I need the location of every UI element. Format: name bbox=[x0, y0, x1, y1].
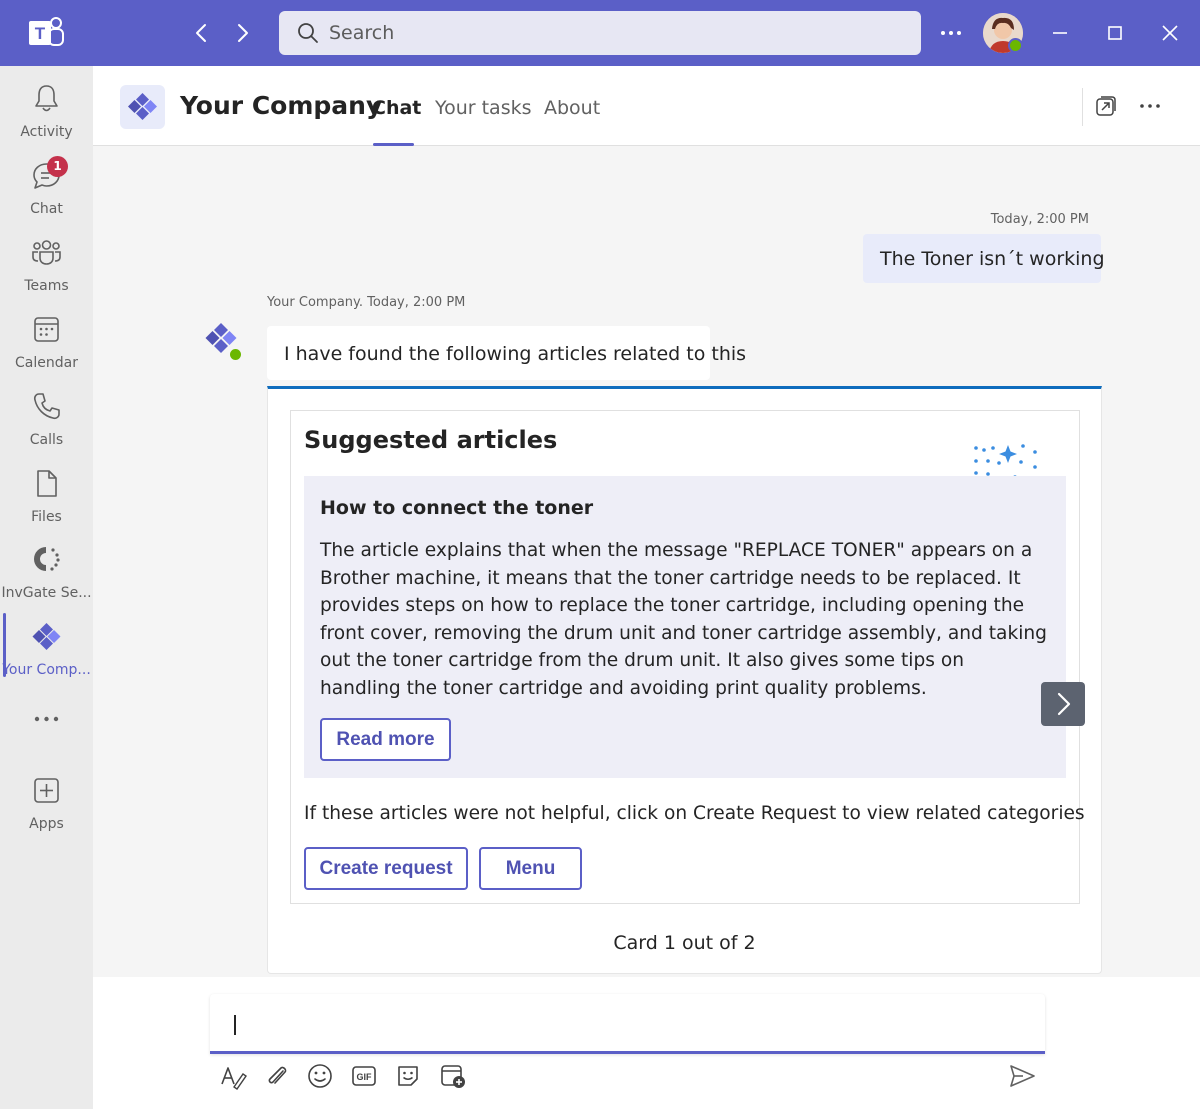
article-title: How to connect the toner bbox=[320, 497, 594, 519]
rail-item-files[interactable]: Files bbox=[0, 468, 93, 540]
minimize-icon[interactable] bbox=[1047, 20, 1073, 46]
rail-label: Files bbox=[31, 509, 62, 525]
file-icon bbox=[37, 470, 57, 497]
format-icon[interactable] bbox=[219, 1062, 247, 1090]
rail-label: Teams bbox=[24, 278, 69, 294]
unread-badge: 1 bbox=[47, 156, 68, 177]
next-card-button[interactable] bbox=[1041, 682, 1085, 726]
rail-item-teams[interactable]: Teams bbox=[0, 237, 93, 309]
emoji-icon[interactable] bbox=[306, 1062, 334, 1090]
menu-button[interactable]: Menu bbox=[479, 847, 582, 890]
rail-label: Apps bbox=[29, 816, 64, 832]
message-text: The Toner isn´t working bbox=[880, 248, 1105, 270]
search-box[interactable]: Search bbox=[279, 11, 921, 55]
back-arrow-icon[interactable] bbox=[189, 20, 215, 46]
more-options-icon[interactable] bbox=[1138, 94, 1162, 118]
search-placeholder: Search bbox=[329, 22, 395, 44]
sticker-icon[interactable] bbox=[394, 1062, 422, 1090]
search-icon bbox=[298, 23, 318, 43]
invgate-icon bbox=[34, 547, 60, 571]
card-counter: Card 1 out of 2 bbox=[613, 932, 756, 954]
close-icon[interactable] bbox=[1157, 20, 1183, 46]
maximize-icon[interactable] bbox=[1102, 20, 1128, 46]
your-company-icon bbox=[32, 623, 61, 650]
attach-icon[interactable] bbox=[263, 1062, 291, 1090]
message-text: I have found the following articles rela… bbox=[284, 343, 747, 365]
header-divider bbox=[1082, 88, 1083, 126]
app-logo bbox=[120, 85, 165, 129]
app-header: Your Company Chat Your tasks About bbox=[93, 66, 1200, 146]
rail-item-invgate[interactable]: InvGate Se... bbox=[0, 544, 93, 616]
rail-item-your-company[interactable]: Your Comp... bbox=[0, 621, 93, 693]
rail-label: Your Comp... bbox=[2, 662, 91, 678]
rail-label: Calls bbox=[29, 432, 64, 448]
gif-icon[interactable]: GIF bbox=[350, 1062, 378, 1090]
article-summary: The article explains that when the messa… bbox=[320, 540, 1047, 699]
tab-your-tasks[interactable]: Your tasks bbox=[435, 97, 532, 119]
text-caret bbox=[234, 1015, 236, 1035]
more-apps-icon[interactable] bbox=[33, 711, 60, 727]
bell-icon bbox=[35, 85, 58, 112]
create-request-button[interactable]: Create request bbox=[304, 847, 468, 890]
teams-icon bbox=[32, 240, 61, 265]
rail-item-apps[interactable]: Apps bbox=[0, 775, 93, 847]
svg-text:T: T bbox=[35, 24, 46, 43]
rail-label: Calendar bbox=[15, 355, 78, 371]
active-tab-indicator bbox=[373, 143, 414, 146]
tab-about[interactable]: About bbox=[544, 97, 600, 119]
rail-item-chat[interactable]: 1 Chat bbox=[0, 156, 93, 232]
presence-available-icon bbox=[1008, 38, 1023, 53]
teams-logo-icon: T bbox=[29, 17, 64, 46]
app-name: Your Company bbox=[180, 91, 383, 120]
read-more-button[interactable]: Read more bbox=[320, 718, 451, 761]
add-app-icon bbox=[34, 778, 59, 803]
presence-available-icon bbox=[228, 347, 243, 362]
adaptive-card-carousel: Suggested articles How to connect the to… bbox=[267, 386, 1102, 974]
bot-message-meta: Your Company. Today, 2:00 PM bbox=[267, 295, 466, 310]
rail-item-calendar[interactable]: Calendar bbox=[0, 314, 93, 386]
app-rail: Activity 1 Chat Teams Calendar Calls Fil… bbox=[0, 66, 93, 1109]
article-item: How to connect the toner The article exp… bbox=[304, 476, 1066, 778]
calendar-icon bbox=[34, 317, 59, 342]
forward-arrow-icon[interactable] bbox=[229, 20, 255, 46]
rail-label: Chat bbox=[30, 201, 63, 217]
card-title: Suggested articles bbox=[304, 426, 558, 454]
more-options-icon[interactable] bbox=[938, 20, 964, 46]
tab-chat[interactable]: Chat bbox=[372, 97, 421, 119]
rail-label: InvGate Se... bbox=[1, 585, 92, 601]
message-input[interactable] bbox=[210, 994, 1045, 1054]
your-company-logo-icon bbox=[128, 93, 157, 120]
schedule-meeting-icon[interactable] bbox=[439, 1062, 467, 1090]
suggested-articles-card: Suggested articles How to connect the to… bbox=[290, 410, 1085, 904]
incoming-message[interactable]: I have found the following articles rela… bbox=[267, 326, 746, 380]
send-icon[interactable] bbox=[1008, 1062, 1036, 1090]
outgoing-message[interactable]: The Toner isn´t working bbox=[863, 234, 1105, 283]
pop-out-icon[interactable] bbox=[1094, 94, 1118, 118]
title-bar: T Search bbox=[0, 0, 1200, 66]
rail-item-activity[interactable]: Activity bbox=[0, 83, 93, 155]
phone-icon bbox=[33, 393, 60, 420]
rail-label: Activity bbox=[20, 124, 73, 140]
svg-text:GIF: GIF bbox=[357, 1072, 373, 1082]
message-timestamp: Today, 2:00 PM bbox=[990, 212, 1089, 227]
chevron-right-icon bbox=[1057, 692, 1071, 716]
rail-item-calls[interactable]: Calls bbox=[0, 391, 93, 463]
card-help-note: If these articles were not helpful, clic… bbox=[304, 803, 1085, 824]
